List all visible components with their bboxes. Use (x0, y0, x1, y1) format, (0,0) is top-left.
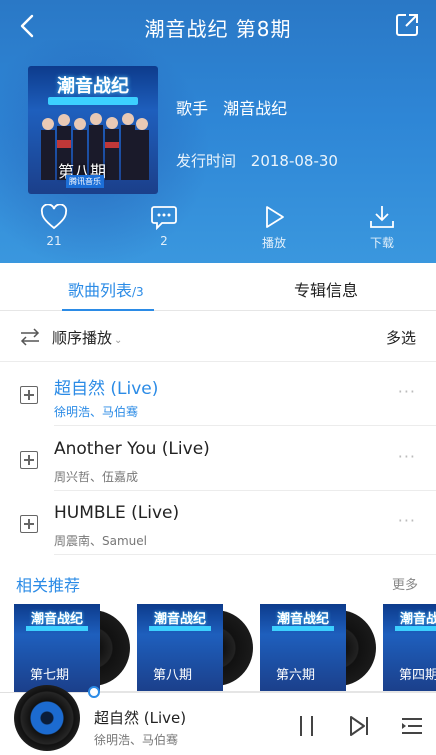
singer-label: 歌手 (176, 99, 209, 118)
tab-song-list-label: 歌曲列表 (68, 281, 133, 300)
now-playing-disc-icon[interactable] (14, 685, 80, 751)
cover-banner (48, 97, 138, 105)
recommend-album-cover: 潮音战纪 第八期 (137, 604, 223, 692)
top-bar: 潮音战纪 第8期 (0, 0, 436, 52)
song-row[interactable]: Another You (Live) 周兴哲、伍嘉成 ··· (0, 427, 436, 491)
song-artist: 徐明浩、马伯骞 (54, 405, 139, 419)
like-count: 21 (46, 234, 62, 248)
play-order-label: 顺序播放 (52, 329, 113, 347)
more-icon[interactable]: ··· (398, 511, 416, 530)
now-playing-title: 超自然 (Live) (94, 709, 187, 727)
chevron-down-icon: ⌄ (114, 335, 123, 346)
play-label: 播放 (261, 236, 286, 250)
share-icon[interactable] (394, 12, 420, 38)
add-icon[interactable] (20, 451, 38, 469)
play-order-dropdown[interactable]: 顺序播放 ⌄ (52, 327, 122, 348)
playlist-icon[interactable] (400, 713, 424, 739)
recommend-episode: 第八期 (153, 668, 193, 683)
play-button[interactable]: 播放 (244, 204, 304, 251)
download-label: 下载 (369, 236, 394, 250)
recommend-logo: 潮音战纪 (153, 612, 206, 627)
progress-bar[interactable] (94, 691, 436, 693)
recommend-album-cover: 潮音战纪 第四期 (383, 604, 436, 692)
cover-banner (149, 626, 211, 631)
recommend-logo: 潮音战纪 (30, 612, 83, 627)
next-track-icon[interactable] (348, 713, 370, 739)
comment-button[interactable]: 2 (134, 204, 194, 248)
singer-name[interactable]: 潮音战纪 (223, 99, 287, 118)
cover-logo-text: 潮音战纪 (57, 76, 129, 97)
song-artist: 周兴哲、伍嘉成 (54, 470, 139, 484)
recommend-album-cover: 潮音战纪 第七期 (14, 604, 100, 692)
cover-brand: 腾讯音乐 (66, 175, 104, 188)
recommend-episode: 第四期 (399, 668, 436, 683)
divider (54, 425, 436, 426)
like-button[interactable]: 21 (24, 204, 84, 248)
mini-player[interactable]: 超自然 (Live) 徐明浩、马伯骞 (0, 685, 436, 755)
add-icon[interactable] (20, 515, 38, 533)
recommend-episode: 第六期 (276, 668, 316, 683)
now-playing-artist: 徐明浩、马伯骞 (94, 733, 179, 747)
divider (54, 554, 436, 555)
download-icon (370, 206, 394, 228)
page-title: 潮音战纪 第8期 (144, 17, 292, 41)
song-count: /3 (132, 285, 144, 299)
song-row[interactable]: 超自然 (Live) 徐明浩、马伯骞 ··· (0, 362, 436, 426)
play-order-bar: 顺序播放 ⌄ 多选 (0, 312, 436, 362)
heart-icon (40, 204, 68, 230)
release-date-value: 2018-08-30 (250, 152, 338, 170)
sequential-play-icon[interactable] (20, 328, 40, 346)
release-date-label: 发行时间 (176, 152, 237, 170)
recommend-album-cover: 潮音战纪 第六期 (260, 604, 346, 692)
recommend-list: 潮音战纪 第七期 潮音战纪 第八期 潮音战纪 第六期 潮音战纪 第四期 (0, 604, 436, 694)
pause-icon[interactable] (296, 713, 318, 739)
song-title: 超自然 (Live) (54, 379, 159, 399)
recommend-logo: 潮音战纪 (276, 612, 329, 627)
singer-info[interactable]: 歌手 潮音战纪 (176, 95, 287, 119)
multi-select-button[interactable]: 多选 (386, 327, 416, 348)
song-artist: 周震南、Samuel (54, 534, 147, 548)
recommend-album[interactable]: 潮音战纪 第四期 (383, 604, 436, 692)
album-cover[interactable]: 潮音战纪 第八期 腾讯音乐 (28, 66, 158, 194)
progress-knob[interactable] (88, 686, 100, 698)
recommend-album[interactable]: 潮音战纪 第八期 (137, 604, 253, 692)
active-tab-indicator (62, 309, 154, 311)
album-header: 潮音战纪 第8期 潮音战纪 第八期 腾讯音乐 歌手 潮音战纪 发行时间 2018… (0, 0, 436, 263)
play-icon (266, 206, 284, 228)
tab-song-list[interactable]: 歌曲列表/3 (68, 277, 144, 301)
comment-count: 2 (160, 234, 168, 248)
cover-banner (395, 626, 436, 631)
tab-album-info[interactable]: 专辑信息 (294, 277, 358, 301)
add-icon[interactable] (20, 386, 38, 404)
more-icon[interactable]: ··· (398, 447, 416, 466)
cover-banner (272, 626, 334, 631)
recommend-episode: 第七期 (30, 668, 70, 683)
more-icon[interactable]: ··· (398, 382, 416, 401)
download-button[interactable]: 下载 (352, 204, 412, 251)
tab-bar: 歌曲列表/3 专辑信息 (0, 263, 436, 311)
recommend-title: 相关推荐 (16, 576, 81, 595)
cover-banner (26, 626, 88, 631)
song-title: Another You (Live) (54, 439, 210, 459)
song-row[interactable]: HUMBLE (Live) 周震南、Samuel ··· (0, 491, 436, 555)
recommend-logo: 潮音战纪 (399, 612, 436, 627)
comment-icon (151, 206, 177, 230)
recommend-more-link[interactable]: 更多 (392, 574, 418, 593)
recommend-album[interactable]: 潮音战纪 第七期 (14, 604, 130, 692)
action-bar: 21 2 播放 下载 (0, 204, 436, 256)
recommend-album[interactable]: 潮音战纪 第六期 (260, 604, 376, 692)
release-date: 发行时间 2018-08-30 (176, 150, 338, 171)
song-title: HUMBLE (Live) (54, 503, 180, 523)
